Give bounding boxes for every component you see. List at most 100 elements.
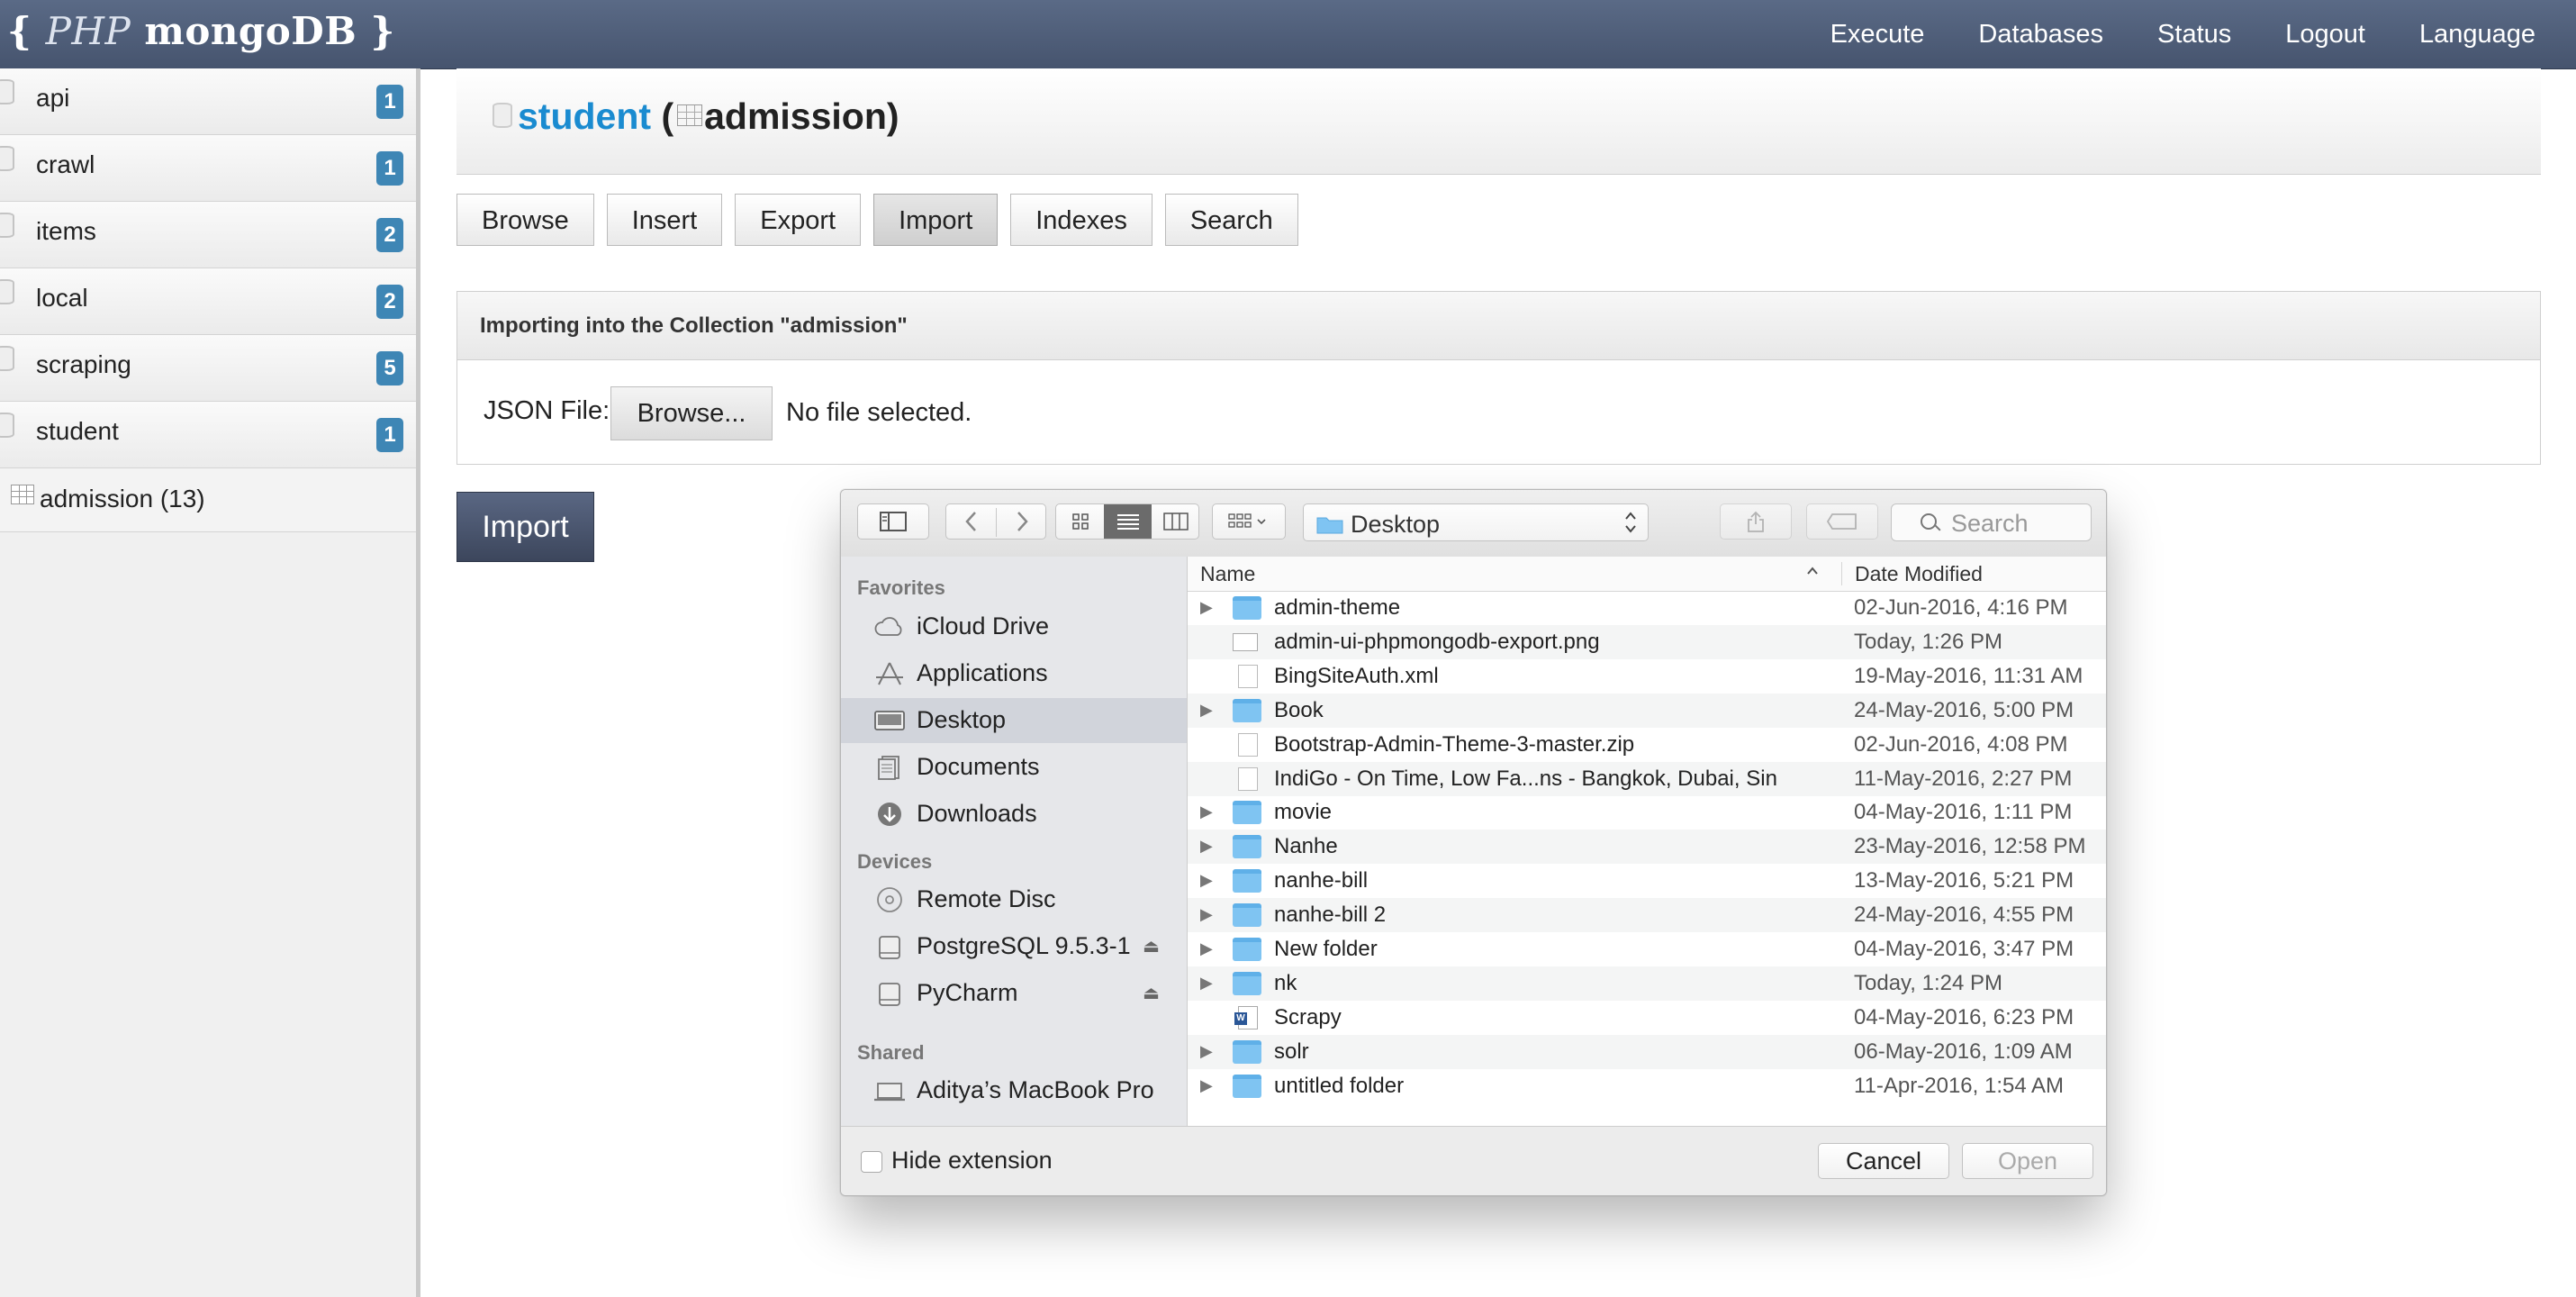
hide-extension-checkbox[interactable] — [861, 1151, 882, 1173]
tab-insert[interactable]: Insert — [606, 194, 723, 246]
sidebar-item-downloads[interactable]: Downloads — [841, 792, 1187, 837]
sidebar-item-label: Aditya’s MacBook Pro — [917, 1076, 1154, 1103]
file-row[interactable]: ▶ Nanhe 23-May-2016, 12:58 PM — [1188, 830, 2106, 865]
brand-php: PHP — [45, 9, 131, 53]
cancel-button[interactable]: Cancel — [1818, 1143, 1949, 1179]
sidebar-item-pycharm[interactable]: PyCharm ⏏ — [841, 971, 1187, 1016]
file-row[interactable]: ▶ solr 06-May-2016, 1:09 AM — [1188, 1034, 2106, 1069]
column-name-header[interactable]: Name — [1200, 562, 1255, 586]
file-row[interactable]: ▶ nk Today, 1:24 PM — [1188, 966, 2106, 1001]
file-row[interactable]: ▶ nanhe-bill 13-May-2016, 5:21 PM — [1188, 864, 2106, 898]
file-row[interactable]: Scrapy 04-May-2016, 6:23 PM — [1188, 1001, 2106, 1035]
disclosure-triangle-icon[interactable]: ▶ — [1200, 598, 1213, 617]
nav-logout[interactable]: Logout — [2285, 20, 2365, 50]
open-button[interactable]: Open — [1962, 1143, 2093, 1179]
browse-file-button[interactable]: Browse... — [610, 386, 773, 440]
brand-close-brace: } — [370, 9, 395, 53]
forward-arrow-icon[interactable] — [997, 504, 1046, 539]
import-button[interactable]: Import — [456, 492, 594, 562]
column-date-header[interactable]: Date Modified — [1841, 562, 1983, 585]
file-name: Book — [1274, 697, 1324, 722]
sidebar-toggle-button[interactable] — [857, 503, 929, 540]
file-row[interactable]: ▶ movie 04-May-2016, 1:11 PM — [1188, 795, 2106, 830]
dialog-search-input[interactable]: Search — [1891, 503, 2092, 541]
eject-icon[interactable]: ⏏ — [1143, 982, 1160, 1004]
file-date-modified: 04-May-2016, 6:23 PM — [1854, 1004, 2074, 1029]
sidebar-item-macbook[interactable]: Aditya’s MacBook Pro — [841, 1068, 1187, 1113]
tab-indexes[interactable]: Indexes — [1010, 194, 1152, 246]
db-name: scraping — [36, 350, 131, 378]
file-date-modified: 04-May-2016, 3:47 PM — [1854, 937, 2074, 961]
disclosure-triangle-icon[interactable]: ▶ — [1200, 871, 1213, 890]
eject-icon[interactable]: ⏏ — [1143, 935, 1160, 957]
tab-browse[interactable]: Browse — [456, 194, 594, 246]
disclosure-triangle-icon[interactable]: ▶ — [1200, 905, 1213, 924]
sidebar-item-documents[interactable]: Documents — [841, 745, 1187, 790]
drive-icon — [873, 980, 906, 1007]
tab-search[interactable]: Search — [1164, 194, 1298, 246]
sidebar-item-postgresql[interactable]: PostgreSQL 9.5.3-1 ⏏ — [841, 924, 1187, 969]
brand-logo[interactable]: { PHP mongoDB } — [7, 9, 395, 53]
back-arrow-icon[interactable] — [946, 504, 996, 539]
file-row[interactable]: IndiGo - On Time, Low Fa...ns - Bangkok,… — [1188, 761, 2106, 796]
file-row[interactable]: Bootstrap-Admin-Theme-3-master.zip 02-Jun… — [1188, 728, 2106, 762]
file-icon — [1238, 732, 1258, 757]
file-date-modified: 13-May-2016, 5:21 PM — [1854, 868, 2074, 893]
sidebar-item-icloud-drive[interactable]: iCloud Drive — [841, 604, 1187, 649]
json-file-label: JSON File: — [484, 396, 610, 425]
file-row[interactable]: ▶ nanhe-bill 2 24-May-2016, 4:55 PM — [1188, 898, 2106, 933]
disclosure-triangle-icon[interactable]: ▶ — [1200, 939, 1213, 958]
nav-execute[interactable]: Execute — [1830, 20, 1925, 50]
sidebar-db-local[interactable]: local 2 — [0, 268, 416, 335]
sidebar-item-label: PyCharm — [917, 979, 1018, 1006]
nav-language[interactable]: Language — [2419, 20, 2535, 50]
arrange-button[interactable] — [1212, 503, 1286, 540]
db-name: student — [36, 417, 119, 445]
nav-status[interactable]: Status — [2157, 20, 2231, 50]
sidebar-collection-admission[interactable]: admission (13) — [0, 468, 416, 532]
file-name: movie — [1274, 800, 1333, 825]
disclosure-triangle-icon[interactable]: ▶ — [1200, 803, 1213, 821]
disclosure-triangle-icon[interactable]: ▶ — [1200, 1042, 1213, 1061]
sidebar-item-applications[interactable]: Applications — [841, 651, 1187, 696]
tab-export[interactable]: Export — [735, 194, 862, 246]
sidebar-db-api[interactable]: api 1 — [0, 68, 416, 135]
file-name: solr — [1274, 1039, 1309, 1064]
sort-ascending-icon — [1805, 562, 1820, 585]
file-row[interactable]: BingSiteAuth.xml 19-May-2016, 11:31 AM — [1188, 659, 2106, 694]
sidebar-db-crawl[interactable]: crawl 1 — [0, 135, 416, 202]
sidebar-db-items[interactable]: items 2 — [0, 202, 416, 268]
icon-view-icon[interactable] — [1056, 504, 1104, 539]
section-shared: Shared — [857, 1041, 925, 1064]
section-favorites: Favorites — [857, 576, 945, 599]
disclosure-triangle-icon[interactable]: ▶ — [1200, 701, 1213, 720]
database-icon — [0, 346, 14, 371]
disclosure-triangle-icon[interactable]: ▶ — [1200, 1076, 1213, 1095]
file-row[interactable]: admin-ui-phpmongodb-export.png Today, 1:2… — [1188, 624, 2106, 659]
sidebar-db-student[interactable]: student 1 — [0, 402, 416, 468]
sidebar-item-label: Downloads — [917, 800, 1037, 827]
tab-import[interactable]: Import — [873, 194, 999, 246]
column-view-icon[interactable] — [1152, 504, 1199, 539]
file-row[interactable]: ▶ New folder 04-May-2016, 3:47 PM — [1188, 932, 2106, 966]
disclosure-triangle-icon[interactable]: ▶ — [1200, 974, 1213, 993]
location-popup[interactable]: Desktop — [1303, 503, 1649, 541]
file-row[interactable]: ▶ admin-theme 02-Jun-2016, 4:16 PM — [1188, 591, 2106, 625]
sidebar-db-scraping[interactable]: scraping 5 — [0, 335, 416, 402]
file-row[interactable]: ▶ untitled folder 11-Apr-2016, 1:54 AM — [1188, 1069, 2106, 1103]
grid-arrange-icon — [1213, 504, 1285, 539]
nav-databases[interactable]: Databases — [1978, 20, 2103, 50]
sidebar-item-desktop[interactable]: Desktop — [841, 698, 1187, 743]
share-button[interactable] — [1720, 503, 1792, 540]
chevron-updown-icon — [1624, 507, 1637, 539]
title-db-link[interactable]: student — [518, 95, 651, 137]
sidebar-item-remote-disc[interactable]: Remote Disc — [841, 877, 1187, 922]
file-icon — [1238, 664, 1258, 688]
collection-name: admission (13) — [40, 485, 205, 512]
disclosure-triangle-icon[interactable]: ▶ — [1200, 837, 1213, 856]
file-row[interactable]: ▶ Book 24-May-2016, 5:00 PM — [1188, 693, 2106, 728]
tag-button[interactable] — [1806, 503, 1878, 540]
folder-icon — [1233, 938, 1261, 961]
brand-name: mongoDB — [144, 9, 357, 53]
list-view-icon[interactable] — [1104, 504, 1152, 539]
